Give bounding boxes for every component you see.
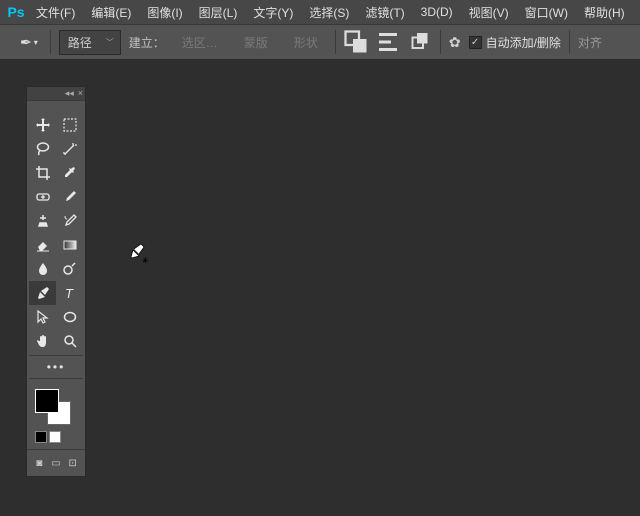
chevron-down-icon: ▾ xyxy=(34,38,38,47)
screen-mode-chevron[interactable]: ⊡ xyxy=(66,456,80,470)
svg-text:T: T xyxy=(65,286,74,301)
panel-title xyxy=(27,101,85,111)
eraser-tool[interactable] xyxy=(29,233,56,257)
pen-icon: ✒ xyxy=(20,34,32,51)
menu-view[interactable]: 视图(V) xyxy=(461,1,517,24)
history-brush-tool[interactable] xyxy=(56,209,83,233)
menu-file[interactable]: 文件(F) xyxy=(28,1,83,24)
pen-tool[interactable] xyxy=(29,281,56,305)
separator xyxy=(569,30,570,54)
default-colors-icon[interactable] xyxy=(35,431,47,443)
dodge-tool[interactable] xyxy=(56,257,83,281)
screen-mode-icon[interactable]: ▭ xyxy=(49,456,63,470)
separator xyxy=(335,30,336,54)
crop-tool[interactable] xyxy=(29,161,56,185)
swap-colors-icon[interactable] xyxy=(49,431,61,443)
align-edges-button[interactable]: 对齐 xyxy=(578,34,602,51)
mode-dropdown-label: 路径 xyxy=(68,34,92,51)
checkbox-icon: ✓ xyxy=(469,36,482,49)
canvas-area[interactable] xyxy=(0,60,640,516)
foreground-color-swatch[interactable] xyxy=(35,389,59,413)
menu-filter[interactable]: 滤镜(T) xyxy=(357,1,412,24)
menu-image[interactable]: 图像(I) xyxy=(139,1,190,24)
menu-3d[interactable]: 3D(D) xyxy=(413,2,461,22)
edit-toolbar-button[interactable]: ••• xyxy=(29,358,83,376)
marquee-tool[interactable] xyxy=(56,113,83,137)
chevron-down-icon: ﹀ xyxy=(106,37,114,48)
eyedropper-tool[interactable] xyxy=(56,161,83,185)
divider xyxy=(27,449,85,450)
tool-preset-picker[interactable]: ✒ ▾ xyxy=(16,32,42,53)
clone-stamp-tool[interactable] xyxy=(29,209,56,233)
menu-window[interactable]: 窗口(W) xyxy=(517,1,576,24)
collapse-icon[interactable]: ◂◂ xyxy=(65,89,74,98)
menu-edit[interactable]: 编辑(E) xyxy=(83,1,139,24)
menu-layer[interactable]: 图层(L) xyxy=(191,1,246,24)
auto-add-delete-checkbox[interactable]: ✓ 自动添加/删除 xyxy=(469,34,561,51)
close-icon[interactable]: × xyxy=(78,89,83,98)
tool-grid: T ••• xyxy=(27,111,85,383)
make-label: 建立： xyxy=(129,34,165,51)
color-swatches[interactable] xyxy=(27,383,85,431)
menu-help[interactable]: 帮助(H) xyxy=(576,1,633,24)
zoom-tool[interactable] xyxy=(56,329,83,353)
quick-mask-icon[interactable]: ◙ xyxy=(32,456,46,470)
healing-brush-tool[interactable] xyxy=(29,185,56,209)
divider xyxy=(29,378,83,379)
gradient-tool[interactable] xyxy=(56,233,83,257)
menu-select[interactable]: 选择(S) xyxy=(301,1,357,24)
separator xyxy=(50,30,51,54)
make-mask-button[interactable]: 蒙版 xyxy=(235,30,277,55)
path-selection-tool[interactable] xyxy=(29,305,56,329)
move-tool[interactable] xyxy=(29,113,56,137)
mode-dropdown[interactable]: 路径 ﹀ xyxy=(59,30,121,55)
blur-tool[interactable] xyxy=(29,257,56,281)
screen-mode-row: ◙ ▭ ⊡ xyxy=(27,452,85,476)
make-shape-button[interactable]: 形状 xyxy=(285,30,327,55)
gear-icon[interactable]: ✿ xyxy=(449,34,461,51)
path-align-icon[interactable] xyxy=(376,30,400,54)
path-combine-icon[interactable] xyxy=(344,30,368,54)
shape-tool[interactable] xyxy=(56,305,83,329)
app-logo: Ps xyxy=(4,0,28,24)
separator xyxy=(440,30,441,54)
path-arrange-icon[interactable] xyxy=(408,30,432,54)
divider xyxy=(29,355,83,356)
make-selection-button[interactable]: 选区… xyxy=(173,30,227,55)
brush-tool[interactable] xyxy=(56,185,83,209)
hand-tool[interactable] xyxy=(29,329,56,353)
magic-wand-tool[interactable] xyxy=(56,137,83,161)
auto-add-delete-label: 自动添加/删除 xyxy=(486,34,561,51)
options-bar: ✒ ▾ 路径 ﹀ 建立： 选区… 蒙版 形状 ✿ ✓ 自动添加/删除 对齐 xyxy=(0,24,640,60)
menubar: Ps 文件(F) 编辑(E) 图像(I) 图层(L) 文字(Y) 选择(S) 滤… xyxy=(0,0,640,24)
tool-panel: ◂◂ × T ••• ◙ xyxy=(26,86,86,477)
type-tool[interactable]: T xyxy=(56,281,83,305)
panel-header[interactable]: ◂◂ × xyxy=(27,87,85,101)
menu-type[interactable]: 文字(Y) xyxy=(245,1,301,24)
lasso-tool[interactable] xyxy=(29,137,56,161)
